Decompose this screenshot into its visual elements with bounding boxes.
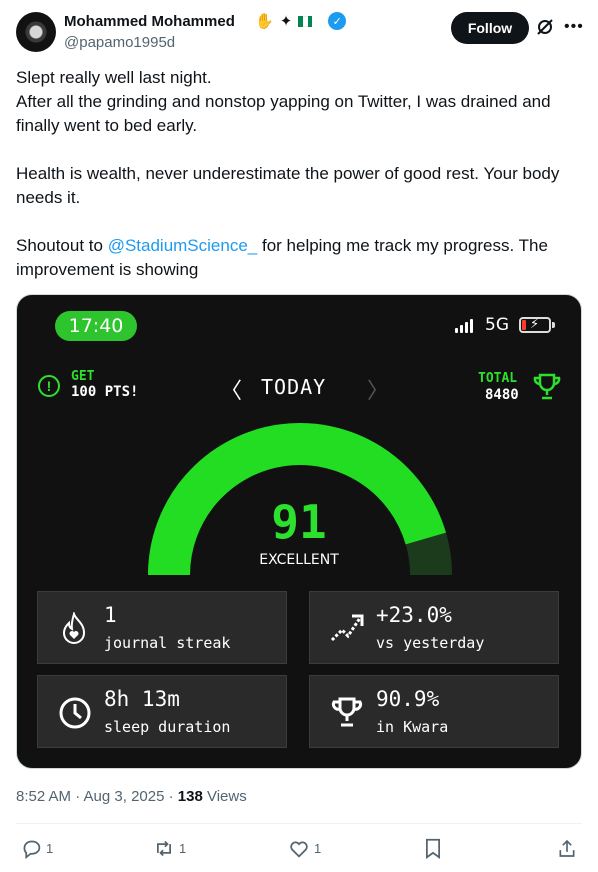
get-points: 100 PTS! [71, 384, 139, 400]
bookmark-button[interactable] [424, 838, 442, 859]
score-rating: EXCELLENT [259, 552, 339, 568]
flame-heart-icon [62, 612, 86, 644]
time-date[interactable]: 8:52 AM · Aug 3, 2025 · [16, 788, 178, 805]
shoutout-prefix: Shoutout to [16, 236, 108, 255]
author-name[interactable]: Mohammed Mohammed [64, 13, 235, 30]
signal-icon [455, 319, 473, 333]
network-label: 5G [485, 315, 509, 335]
tweet-text: Slept really well last night. After all … [16, 66, 582, 282]
tweet-line: After all the grinding and nonstop yappi… [16, 92, 551, 135]
day-label: TODAY [261, 375, 327, 399]
trophy-icon [532, 373, 562, 406]
vs-yesterday-card: +23.0% vs yesterday [309, 591, 559, 664]
sleep-duration-card: 8h 13m sleep duration [37, 675, 287, 748]
card-value: +23.0% [376, 603, 452, 627]
verified-badge-icon[interactable]: ✓ [328, 12, 347, 30]
card-label: journal streak [104, 634, 231, 652]
sleep-score: 91 [271, 495, 327, 549]
tweet-line: Health is wealth, never underestimate th… [16, 164, 560, 207]
repost-icon [157, 840, 171, 857]
trophy-icon [332, 697, 362, 727]
reply-count: 1 [46, 841, 54, 856]
divider [16, 823, 582, 824]
card-value: 90.9% [376, 687, 440, 711]
like-count: 1 [314, 841, 322, 856]
repost-count: 1 [179, 841, 187, 856]
tweet-line: Shoutout to @StadiumScience_ for helping… [16, 234, 582, 282]
tweet-line: Slept really well last night. [16, 68, 212, 87]
follow-button[interactable]: Follow [451, 12, 529, 44]
card-label: in Kwara [376, 718, 449, 736]
like-button[interactable]: 1 [288, 838, 321, 859]
name-badges: ✋ ✦ ✓ [255, 12, 347, 30]
reply-button[interactable]: 1 [21, 838, 53, 859]
author-handle[interactable]: @papamo1995d [64, 34, 175, 51]
journal-streak-card: 1 journal streak [37, 591, 287, 664]
card-label: sleep duration [104, 718, 231, 736]
tweet-media-image[interactable]: 17:40 5G ⚡ ! GET 100 PTS! 〈 TODAY 〉 TOTA… [16, 294, 582, 769]
chevron-right-icon: 〉 [367, 379, 390, 404]
repost-button[interactable]: 1 [153, 838, 186, 859]
card-value: 8h 13m [104, 687, 180, 711]
grok-icon[interactable] [536, 18, 554, 41]
region-rank-card: 90.9% in Kwara [309, 675, 559, 748]
trend-up-icon [330, 614, 364, 642]
alert-circle-icon: ! [38, 375, 60, 397]
reply-icon [23, 840, 41, 859]
sparkle-emoji: ✦ [279, 13, 293, 30]
battery-cap [552, 322, 555, 328]
nigeria-flag-icon [298, 15, 313, 27]
share-icon [559, 839, 575, 857]
heart-icon [290, 841, 308, 858]
waving-hand-emoji: ✋ [255, 13, 274, 30]
views-label: Views [202, 788, 247, 805]
views-count: 138 [177, 788, 203, 805]
total-value: 8480 [485, 387, 519, 403]
battery-icon: ⚡ [519, 316, 551, 333]
more-options-icon[interactable]: ••• [564, 18, 584, 36]
avatar[interactable] [16, 12, 56, 52]
tweet-timestamp[interactable]: 8:52 AM · Aug 3, 2025 · 138 Views [16, 788, 247, 805]
status-time: 17:40 [55, 311, 137, 341]
mention-link[interactable]: @StadiumScience_ [108, 236, 258, 255]
chevron-left-icon: 〈 [220, 379, 243, 404]
total-label: TOTAL [478, 371, 518, 386]
card-value: 1 [104, 603, 117, 627]
clock-icon [59, 697, 91, 729]
get-label: GET [71, 369, 95, 384]
card-label: vs yesterday [376, 634, 485, 652]
share-button[interactable] [557, 838, 577, 859]
bookmark-icon [426, 838, 440, 859]
